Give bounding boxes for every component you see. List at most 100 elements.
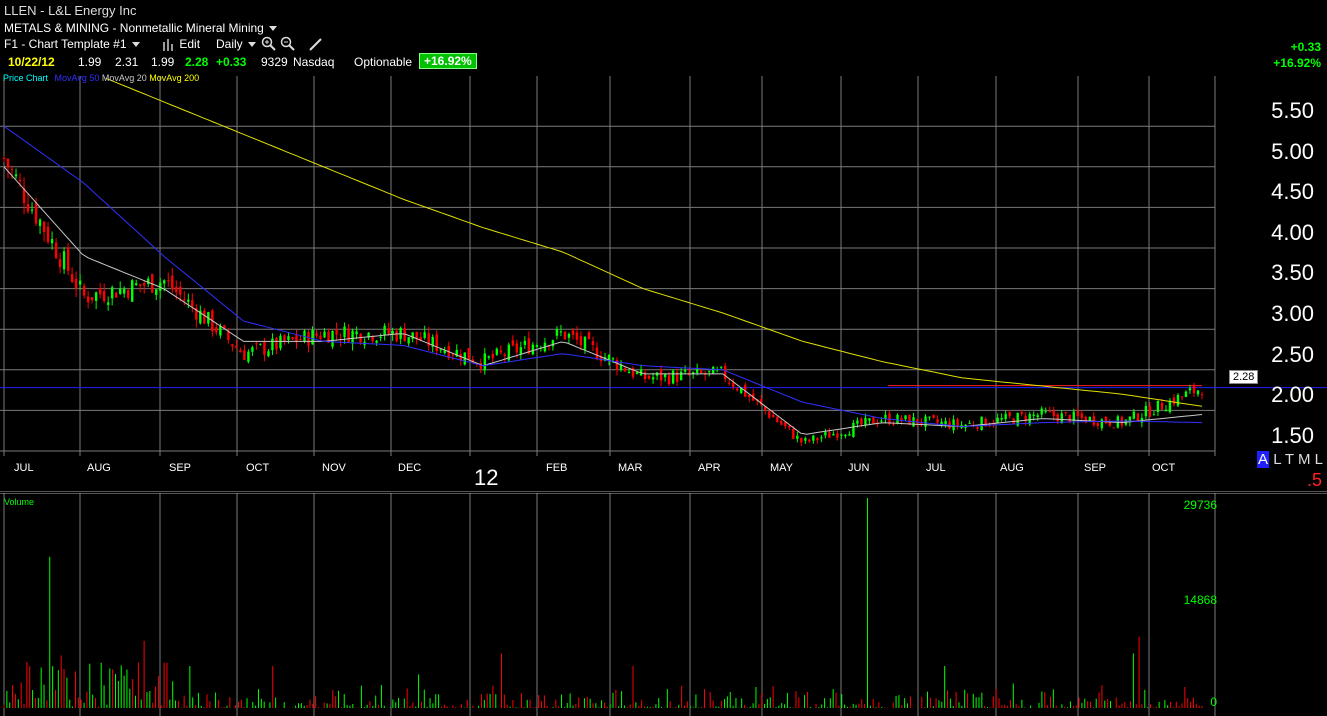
volume-chart[interactable] <box>0 493 1327 716</box>
candle-body <box>575 332 579 340</box>
tool-l2-button[interactable]: L <box>1315 451 1323 468</box>
candle-body <box>748 394 751 398</box>
pct-change-badge: +16.92% <box>419 53 477 69</box>
candle-body <box>1088 416 1092 421</box>
candle-body <box>860 418 863 425</box>
zoom-in-icon <box>261 36 276 51</box>
candle-body <box>872 416 875 425</box>
candle-body <box>1020 411 1023 414</box>
candle-body <box>1040 408 1043 415</box>
candle-body <box>407 337 410 344</box>
candle-body <box>435 334 438 352</box>
price-tick: 4.00 <box>1271 220 1314 245</box>
candle-body <box>2 157 6 159</box>
volume-title: Volume <box>4 497 35 507</box>
candle-body <box>531 344 535 355</box>
candle-body <box>820 437 823 439</box>
candle-body <box>796 435 799 439</box>
candle-body <box>127 290 130 298</box>
candle-body <box>102 291 106 301</box>
candle-body <box>491 353 495 359</box>
price-tick: 2.50 <box>1271 342 1314 367</box>
candle-body <box>1080 413 1083 418</box>
candle-body <box>1048 410 1051 412</box>
month-label: APR <box>698 462 721 474</box>
tool-l-button[interactable]: L <box>1273 451 1281 468</box>
candle-body <box>780 421 783 425</box>
tool-t-button[interactable]: T <box>1285 451 1294 468</box>
candle-body <box>86 296 90 303</box>
candle-body <box>563 331 567 340</box>
tool-m-button[interactable]: M <box>1298 451 1311 468</box>
candle-body <box>183 299 186 301</box>
price-tick: 1.50 <box>1271 423 1314 448</box>
candle-body <box>707 370 711 372</box>
candle-body <box>515 343 519 353</box>
edit-label: Edit <box>179 37 201 51</box>
price-chart[interactable] <box>0 72 1327 492</box>
candle-body <box>695 368 699 373</box>
chevron-down-icon <box>247 42 256 48</box>
candle-body <box>58 259 62 268</box>
tool-a-button[interactable]: A <box>1257 451 1270 468</box>
volume-grid <box>0 493 1327 716</box>
candle-body <box>651 377 655 380</box>
candle-body <box>523 340 527 345</box>
month-label: AUG <box>87 462 111 474</box>
candle-body <box>1188 388 1192 391</box>
pencil-icon <box>309 38 322 51</box>
industry-selector[interactable]: METALS & MINING - Nonmetallic Mineral Mi… <box>4 21 277 35</box>
candle-body <box>768 411 771 418</box>
candle-body <box>106 302 110 305</box>
candle-body <box>355 331 358 335</box>
candle-body <box>1096 422 1100 426</box>
candle-body <box>776 417 779 422</box>
candle-body <box>1192 384 1196 394</box>
candle-body <box>792 428 795 439</box>
draw-tool-button[interactable] <box>308 36 324 55</box>
right-change: +0.33 <box>1290 40 1321 54</box>
zoom-out-button[interactable] <box>280 36 296 55</box>
candle-body <box>1036 415 1039 418</box>
candle-body <box>908 414 911 425</box>
candle-body <box>347 328 350 343</box>
legend-ma200: MovAvg 200 <box>149 73 200 83</box>
candle-body <box>579 336 583 346</box>
candle-body <box>828 432 831 438</box>
candle-body <box>66 247 70 271</box>
month-label: NOV <box>322 462 346 474</box>
candle-body <box>904 415 907 420</box>
price-tick: 4.50 <box>1271 179 1314 204</box>
candle-body <box>359 333 362 343</box>
candle-body <box>732 382 735 387</box>
candle-body <box>118 288 122 294</box>
candle-body <box>1200 394 1204 396</box>
candle-body <box>251 347 254 352</box>
candle-body <box>555 328 559 336</box>
period-selector[interactable]: Daily <box>216 37 256 51</box>
month-label: JUN <box>848 462 870 474</box>
month-label: JUL <box>14 462 34 474</box>
candle-body <box>1176 394 1180 406</box>
candle-body <box>916 418 919 424</box>
chevron-down-icon <box>268 26 277 32</box>
candle-body <box>679 371 683 380</box>
zoom-out-icon <box>280 36 295 51</box>
price-axis: 5.50 5.00 4.50 4.00 3.50 3.00 2.50 2.00 … <box>1230 72 1327 472</box>
candle-body <box>131 280 134 302</box>
month-label: MAY <box>770 462 794 474</box>
current-price-tag: 2.28 <box>1229 370 1259 384</box>
candle-body <box>319 335 322 339</box>
template-selector[interactable]: F1 - Chart Template #1 <box>4 37 140 51</box>
candle-body <box>135 283 138 285</box>
candle-body <box>1144 405 1148 417</box>
candle-body <box>816 438 819 441</box>
candle-body <box>231 344 234 347</box>
zoom-in-button[interactable] <box>261 36 277 55</box>
candle-body <box>247 351 250 362</box>
quote-low: 1.99 <box>151 55 175 69</box>
candle-body <box>379 336 382 338</box>
edit-button[interactable]: Edit <box>162 37 200 51</box>
quote-exchange: Nasdaq <box>293 55 335 69</box>
candle-body <box>155 289 158 295</box>
